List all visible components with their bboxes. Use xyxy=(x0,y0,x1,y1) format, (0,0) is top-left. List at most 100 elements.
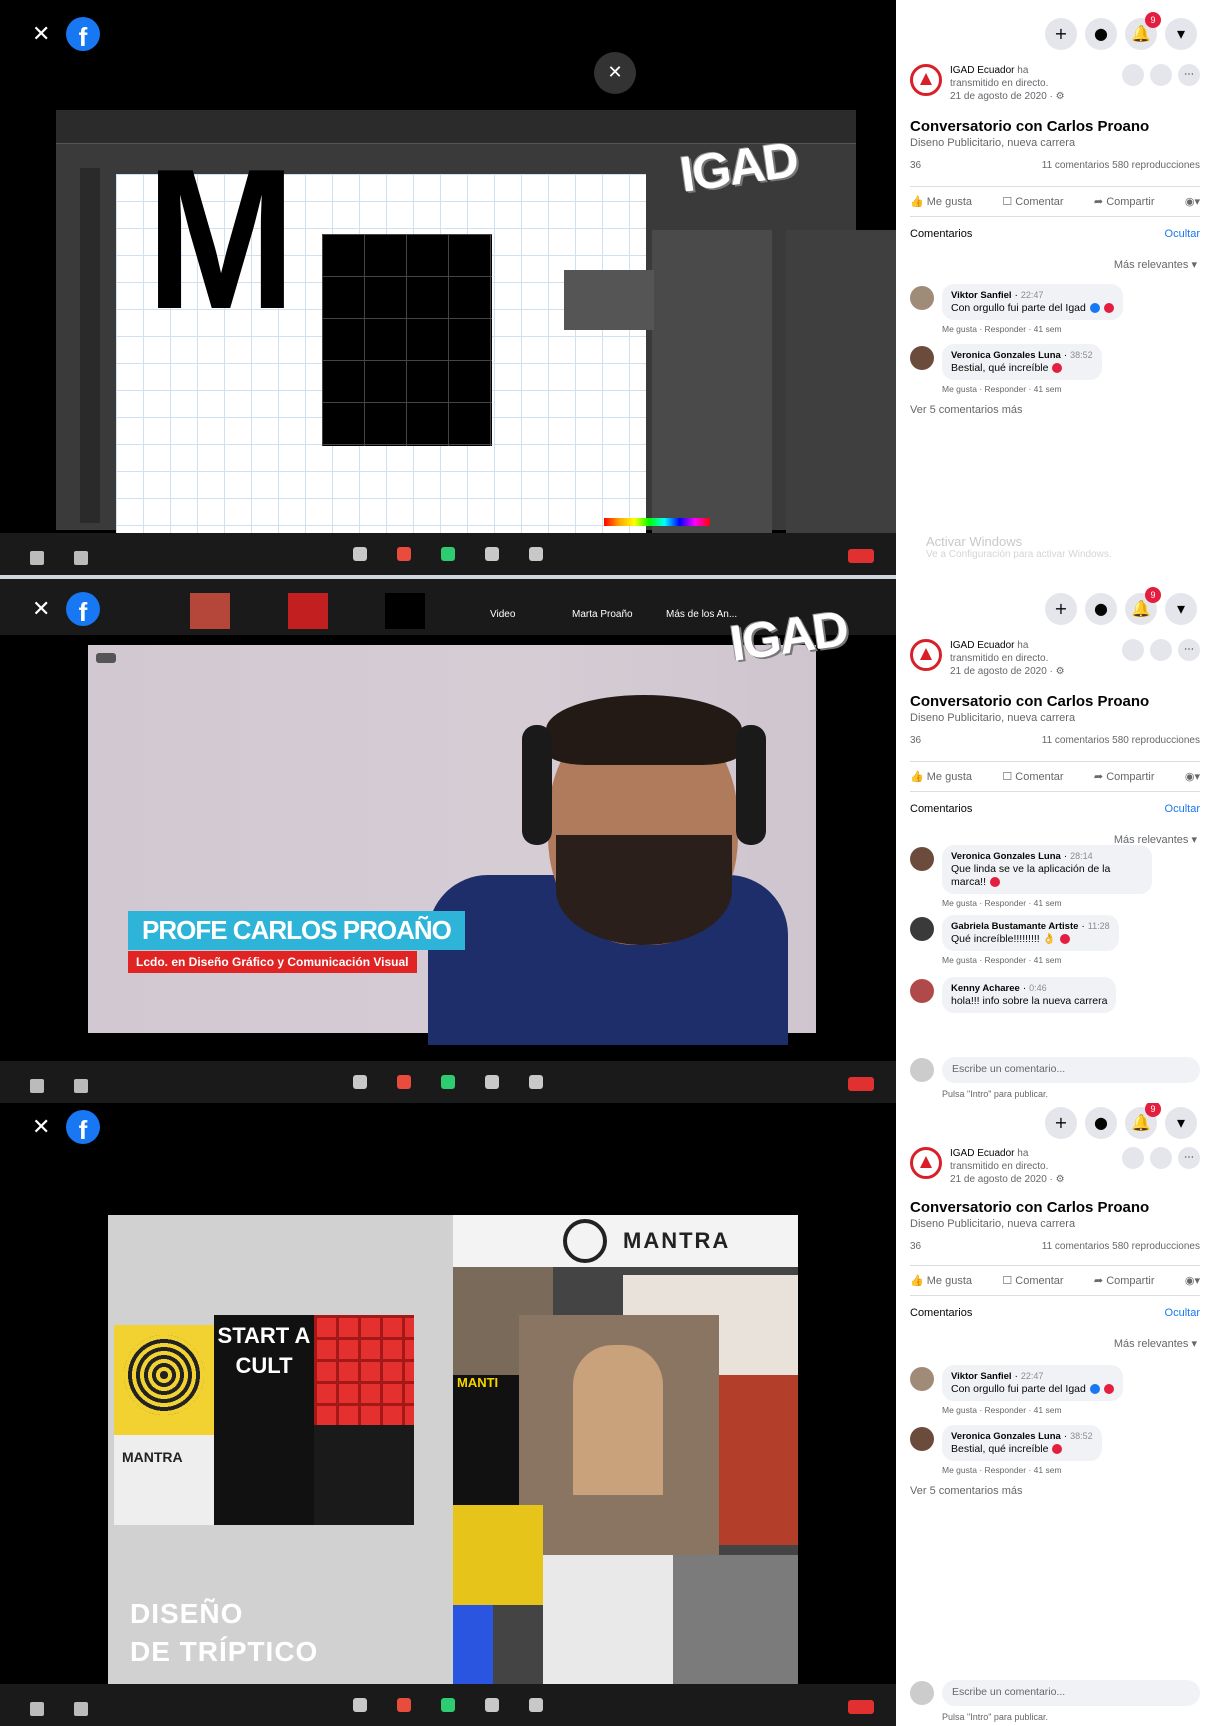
end-meeting-button[interactable] xyxy=(848,1077,874,1091)
post-date[interactable]: 21 de agosto de 2020 · ⚙ xyxy=(950,666,1065,677)
comment-button[interactable]: ☐ Comentar xyxy=(1002,770,1063,783)
camera-options-icon[interactable] xyxy=(96,653,116,663)
comment-button[interactable]: ☐ Comentar xyxy=(1002,195,1063,208)
bell-icon[interactable]: 🔔 9 xyxy=(1125,1103,1161,1139)
chat-icon[interactable] xyxy=(397,1075,411,1089)
post-date[interactable]: 21 de agosto de 2020 · ⚙ xyxy=(950,1174,1065,1185)
page-name[interactable]: IGAD Ecuador xyxy=(950,1148,1014,1159)
bookmark-icon[interactable] xyxy=(1122,64,1144,86)
bookmark-icon[interactable] xyxy=(1122,1147,1144,1169)
commenter-avatar[interactable] xyxy=(910,1427,934,1451)
participant-thumbnail[interactable] xyxy=(288,593,328,629)
facebook-logo-icon[interactable]: f xyxy=(66,17,100,52)
share-screen-icon[interactable] xyxy=(441,547,455,561)
close-icon[interactable]: ✕ xyxy=(32,22,50,47)
mic-icon[interactable] xyxy=(30,1079,44,1093)
reaction-count[interactable]: 36 xyxy=(910,1241,921,1252)
facebook-logo-icon[interactable]: f xyxy=(66,1110,100,1145)
commenter-avatar[interactable] xyxy=(910,847,934,871)
comment-actions[interactable]: Me gusta · Responder · 41 sem xyxy=(942,1465,1102,1475)
commenter-name[interactable]: Veronica Gonzales Luna xyxy=(951,851,1061,862)
comment-view-count[interactable]: 11 comentarios 580 reproducciones xyxy=(1042,160,1200,171)
zoom-label[interactable]: Marta Proaño xyxy=(572,609,633,620)
messenger-icon[interactable]: ● xyxy=(1085,18,1117,50)
save-icon[interactable] xyxy=(1150,639,1172,661)
comment-actions[interactable]: Me gusta · Responder · 41 sem xyxy=(942,898,1152,908)
comment-view-count[interactable]: 11 comentarios 580 reproducciones xyxy=(1042,735,1200,746)
comment-actions[interactable]: Me gusta · Responder · 41 sem xyxy=(942,324,1123,334)
zoom-label[interactable]: Video xyxy=(490,609,515,620)
live-video[interactable]: Video Marta Proaño Más de los An... ✕ f … xyxy=(0,575,896,1103)
mic-icon[interactable] xyxy=(30,551,44,565)
reaction-count[interactable]: 36 xyxy=(910,735,921,746)
plus-icon[interactable]: + xyxy=(1045,1107,1077,1139)
end-meeting-button[interactable] xyxy=(848,549,874,563)
plus-icon[interactable]: + xyxy=(1045,18,1077,50)
commenter-name[interactable]: Veronica Gonzales Luna xyxy=(951,1431,1061,1442)
comment-input[interactable]: Escribe un comentario... xyxy=(942,1680,1200,1706)
chat-icon[interactable] xyxy=(397,1698,411,1712)
record-icon[interactable] xyxy=(485,547,499,561)
share-screen-icon[interactable] xyxy=(441,1698,455,1712)
live-video[interactable]: ✕ f MANTRA START A CULT DISEÑO DE TRÍPTIC… xyxy=(0,1103,896,1726)
comment-button[interactable]: ☐ Comentar xyxy=(1002,1274,1063,1287)
end-meeting-button[interactable] xyxy=(848,1700,874,1714)
plus-icon[interactable]: + xyxy=(1045,593,1077,625)
more-icon[interactable]: ⋯ xyxy=(1178,639,1200,661)
share-button[interactable]: ➦ Compartir xyxy=(1094,1274,1155,1287)
participant-thumbnail[interactable] xyxy=(190,593,230,629)
share-button[interactable]: ➦ Compartir xyxy=(1094,770,1155,783)
comment-view-count[interactable]: 11 comentarios 580 reproducciones xyxy=(1042,1241,1200,1252)
commenter-name[interactable]: Kenny Acharee xyxy=(951,983,1020,994)
page-avatar[interactable] xyxy=(910,1147,942,1179)
audience-icon[interactable]: ◉▾ xyxy=(1185,770,1200,783)
reactions-icon[interactable] xyxy=(529,1698,543,1712)
bell-icon[interactable]: 🔔 9 xyxy=(1125,12,1161,50)
more-comments-link[interactable]: Ver 5 comentarios más xyxy=(910,1485,1023,1497)
user-avatar[interactable] xyxy=(910,1681,934,1705)
page-avatar[interactable] xyxy=(910,64,942,96)
camera-icon[interactable] xyxy=(74,1702,88,1716)
commenter-avatar[interactable] xyxy=(910,1367,934,1391)
share-button[interactable]: ➦ Compartir xyxy=(1094,195,1155,208)
comment-input[interactable]: Escribe un comentario... xyxy=(942,1057,1200,1083)
more-icon[interactable]: ⋯ xyxy=(1178,1147,1200,1169)
chevron-down-icon[interactable]: ▾ xyxy=(1165,18,1197,50)
comment-actions[interactable]: Me gusta · Responder · 41 sem xyxy=(942,955,1119,965)
camera-icon[interactable] xyxy=(74,1079,88,1093)
record-icon[interactable] xyxy=(485,1698,499,1712)
page-name[interactable]: IGAD Ecuador xyxy=(950,65,1014,76)
close-overlay-button[interactable]: ✕ xyxy=(594,52,636,94)
more-comments-link[interactable]: Ver 5 comentarios más xyxy=(910,404,1023,416)
hide-comments-link[interactable]: Ocultar xyxy=(1165,228,1200,240)
page-avatar[interactable] xyxy=(910,639,942,671)
save-icon[interactable] xyxy=(1150,64,1172,86)
chevron-down-icon[interactable]: ▾ xyxy=(1165,593,1197,625)
hide-comments-link[interactable]: Ocultar xyxy=(1165,803,1200,815)
like-button[interactable]: 👍 Me gusta xyxy=(910,195,972,208)
live-video[interactable]: ✕ f ✕ M IGAD xyxy=(0,0,896,575)
user-avatar[interactable] xyxy=(910,1058,934,1082)
hide-comments-link[interactable]: Ocultar xyxy=(1165,1307,1200,1319)
commenter-avatar[interactable] xyxy=(910,917,934,941)
audience-icon[interactable]: ◉▾ xyxy=(1185,1274,1200,1287)
commenter-name[interactable]: Viktor Sanfiel xyxy=(951,1371,1012,1382)
page-name[interactable]: IGAD Ecuador xyxy=(950,640,1014,651)
close-icon[interactable]: ✕ xyxy=(32,597,50,622)
post-date[interactable]: 21 de agosto de 2020 · ⚙ xyxy=(950,91,1065,102)
bookmark-icon[interactable] xyxy=(1122,639,1144,661)
commenter-name[interactable]: Viktor Sanfiel xyxy=(951,290,1012,301)
commenter-avatar[interactable] xyxy=(910,286,934,310)
more-icon[interactable]: ⋯ xyxy=(1178,64,1200,86)
participants-icon[interactable] xyxy=(353,547,367,561)
like-button[interactable]: 👍 Me gusta xyxy=(910,1274,972,1287)
participants-icon[interactable] xyxy=(353,1075,367,1089)
bell-icon[interactable]: 🔔 9 xyxy=(1125,587,1161,625)
participant-thumbnail[interactable] xyxy=(385,593,425,629)
messenger-icon[interactable]: ● xyxy=(1085,1107,1117,1139)
chat-icon[interactable] xyxy=(397,547,411,561)
camera-icon[interactable] xyxy=(74,551,88,565)
like-button[interactable]: 👍 Me gusta xyxy=(910,770,972,783)
sort-dropdown[interactable]: Más relevantes ▾ xyxy=(1114,1337,1197,1350)
share-screen-icon[interactable] xyxy=(441,1075,455,1089)
